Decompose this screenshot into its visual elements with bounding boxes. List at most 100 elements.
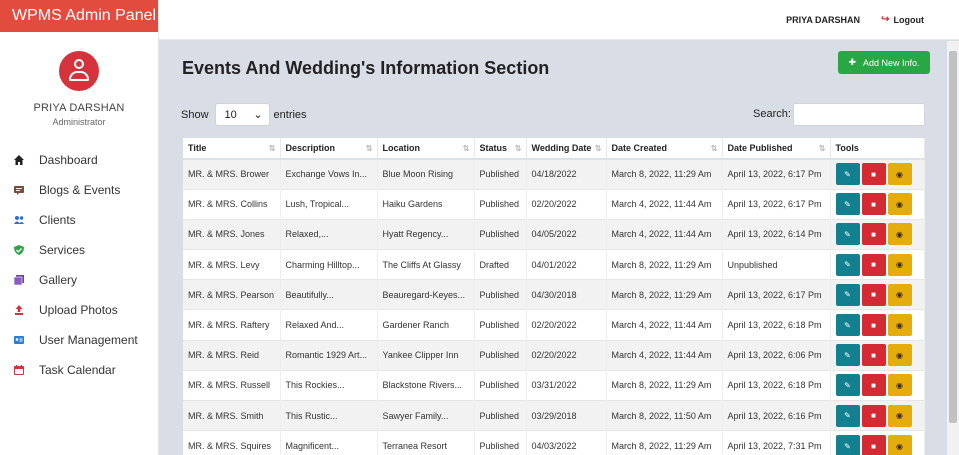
cell-location: Yankee Clipper Inn <box>377 339 475 371</box>
view-button[interactable]: ◉ <box>887 223 912 246</box>
sidebar-item-clients[interactable]: Clients <box>0 205 158 235</box>
sidebar-item-gallery[interactable]: Gallery <box>0 265 158 295</box>
sidebar-item-blogs-events[interactable]: Blogs & Events <box>0 175 158 205</box>
cell-wedding-date: 03/31/2022 <box>526 369 607 401</box>
user-icon-body <box>69 71 89 81</box>
cell-tools: ✎ ■ ◉ <box>830 430 925 455</box>
sidebar-item-label: Gallery <box>39 273 78 287</box>
header-label: Title <box>188 143 207 153</box>
cell-wedding-date: 03/29/2018 <box>526 399 607 431</box>
sidebar-item-label: Clients <box>39 213 76 227</box>
cell-tools: ✎ ■ ◉ <box>830 218 925 250</box>
column-header-tools: Tools <box>830 138 925 160</box>
entries-select[interactable]: 10 ⌄ <box>214 103 270 126</box>
cell-title: MR. & MRS. Russell <box>183 369 281 401</box>
table-row: MR. & MRS. Raftery Relaxed And... Gardener… <box>183 309 925 341</box>
page-title: Events And Wedding's Information Section <box>182 58 550 78</box>
view-button[interactable]: ◉ <box>887 344 912 367</box>
cell-tools: ✎ ■ ◉ <box>830 339 925 371</box>
column-header-title[interactable]: Title ⇅ <box>183 138 281 160</box>
header-label: Date Published <box>727 143 793 153</box>
table-row: MR. & MRS. Jones Relaxed,... Hyatt Regency… <box>183 218 925 250</box>
view-button[interactable]: ◉ <box>887 283 912 306</box>
cell-date-published: April 13, 2022, 6:18 Pm <box>722 369 831 401</box>
images-icon <box>14 275 24 285</box>
add-new-info-button[interactable]: ✚ Add New Info. <box>838 51 930 74</box>
edit-button[interactable]: ✎ <box>835 283 860 306</box>
edit-button[interactable]: ✎ <box>835 374 860 397</box>
cell-description: Romantic 1929 Art... <box>280 339 378 371</box>
cell-wedding-date: 04/30/2018 <box>526 279 607 310</box>
view-button[interactable]: ◉ <box>887 374 912 397</box>
column-header-date-published[interactable]: Date Published ⇅ <box>722 138 831 160</box>
cell-date-created: March 8, 2022, 11:50 Am <box>606 399 723 431</box>
edit-button[interactable]: ✎ <box>835 223 860 246</box>
column-header-wedding-date[interactable]: Wedding Date ⇅ <box>526 138 607 160</box>
delete-button[interactable]: ■ <box>861 283 886 306</box>
delete-button[interactable]: ■ <box>861 344 886 367</box>
blog-icon <box>14 186 24 195</box>
cell-tools: ✎ ■ ◉ <box>830 188 925 220</box>
page-scrollbar[interactable] <box>947 41 959 455</box>
user-icon <box>74 59 84 69</box>
edit-button[interactable]: ✎ <box>835 193 860 216</box>
logout-label: Logout <box>893 14 925 25</box>
delete-button[interactable]: ■ <box>861 193 886 216</box>
view-button[interactable]: ◉ <box>887 193 912 216</box>
sidebar-item-task-calendar[interactable]: Task Calendar <box>0 355 158 385</box>
topbar-username: PRIYA DARSHAN <box>786 15 860 25</box>
edit-button[interactable]: ✎ <box>835 253 860 276</box>
cell-title: MR. & MRS. Jones <box>183 218 281 250</box>
brand-title[interactable]: WPMS Admin Panel <box>0 0 158 32</box>
edit-button[interactable]: ✎ <box>835 314 860 337</box>
sidebar-item-services[interactable]: Services <box>0 235 158 265</box>
trash-icon: ■ <box>871 199 876 209</box>
search-input[interactable] <box>793 103 925 126</box>
trash-icon: ■ <box>871 290 876 300</box>
cell-wedding-date: 04/01/2022 <box>526 249 607 280</box>
column-header-description[interactable]: Description ⇅ <box>280 138 378 160</box>
delete-button[interactable]: ■ <box>861 374 886 397</box>
delete-button[interactable]: ■ <box>861 253 886 276</box>
id-card-icon <box>14 336 24 344</box>
delete-button[interactable]: ■ <box>861 163 886 186</box>
cell-tools: ✎ ■ ◉ <box>830 158 925 190</box>
table-row: MR. & MRS. Pearson Beautifully... Beaurega… <box>183 279 925 310</box>
column-header-location[interactable]: Location ⇅ <box>377 138 475 160</box>
delete-button[interactable]: ■ <box>861 314 886 337</box>
show-label: Show <box>181 108 209 121</box>
table-row: MR. & MRS. Brower Exchange Vows In... Blue… <box>183 158 925 190</box>
avatar <box>59 51 99 91</box>
cell-description: Relaxed And... <box>280 309 378 341</box>
view-button[interactable]: ◉ <box>887 163 912 186</box>
edit-user-icon: ✎ <box>844 441 851 451</box>
add-user-icon: ✚ <box>848 57 856 67</box>
sidebar-item-user-management[interactable]: User Management <box>0 325 158 355</box>
logout-button[interactable]: ↪ Logout <box>881 14 924 25</box>
cell-date-published: April 13, 2022, 6:14 Pm <box>722 218 831 250</box>
cell-status: Published <box>474 399 527 431</box>
edit-button[interactable]: ✎ <box>835 344 860 367</box>
column-header-status[interactable]: Status ⇅ <box>474 138 527 160</box>
eye-icon: ◉ <box>896 320 903 330</box>
delete-button[interactable]: ■ <box>861 223 886 246</box>
delete-button[interactable]: ■ <box>861 404 886 427</box>
view-button[interactable]: ◉ <box>887 404 912 427</box>
view-button[interactable]: ◉ <box>887 435 912 455</box>
cell-status: Drafted <box>474 249 527 280</box>
sidebar-item-dashboard[interactable]: Dashboard <box>0 145 158 175</box>
sort-icon: ⇅ <box>268 144 276 153</box>
delete-button[interactable]: ■ <box>861 435 886 455</box>
sidebar-item-upload-photos[interactable]: Upload Photos <box>0 295 158 325</box>
view-button[interactable]: ◉ <box>887 253 912 276</box>
cell-wedding-date: 02/20/2022 <box>526 339 607 371</box>
scrollbar-thumb[interactable] <box>949 51 957 423</box>
column-header-date-created[interactable]: Date Created ⇅ <box>606 138 723 160</box>
view-button[interactable]: ◉ <box>887 314 912 337</box>
header-label: Status <box>479 143 508 153</box>
cell-title: MR. & MRS. Squires <box>183 430 281 455</box>
edit-button[interactable]: ✎ <box>835 404 860 427</box>
trash-icon: ■ <box>871 260 876 270</box>
edit-button[interactable]: ✎ <box>835 163 860 186</box>
edit-button[interactable]: ✎ <box>835 435 860 455</box>
